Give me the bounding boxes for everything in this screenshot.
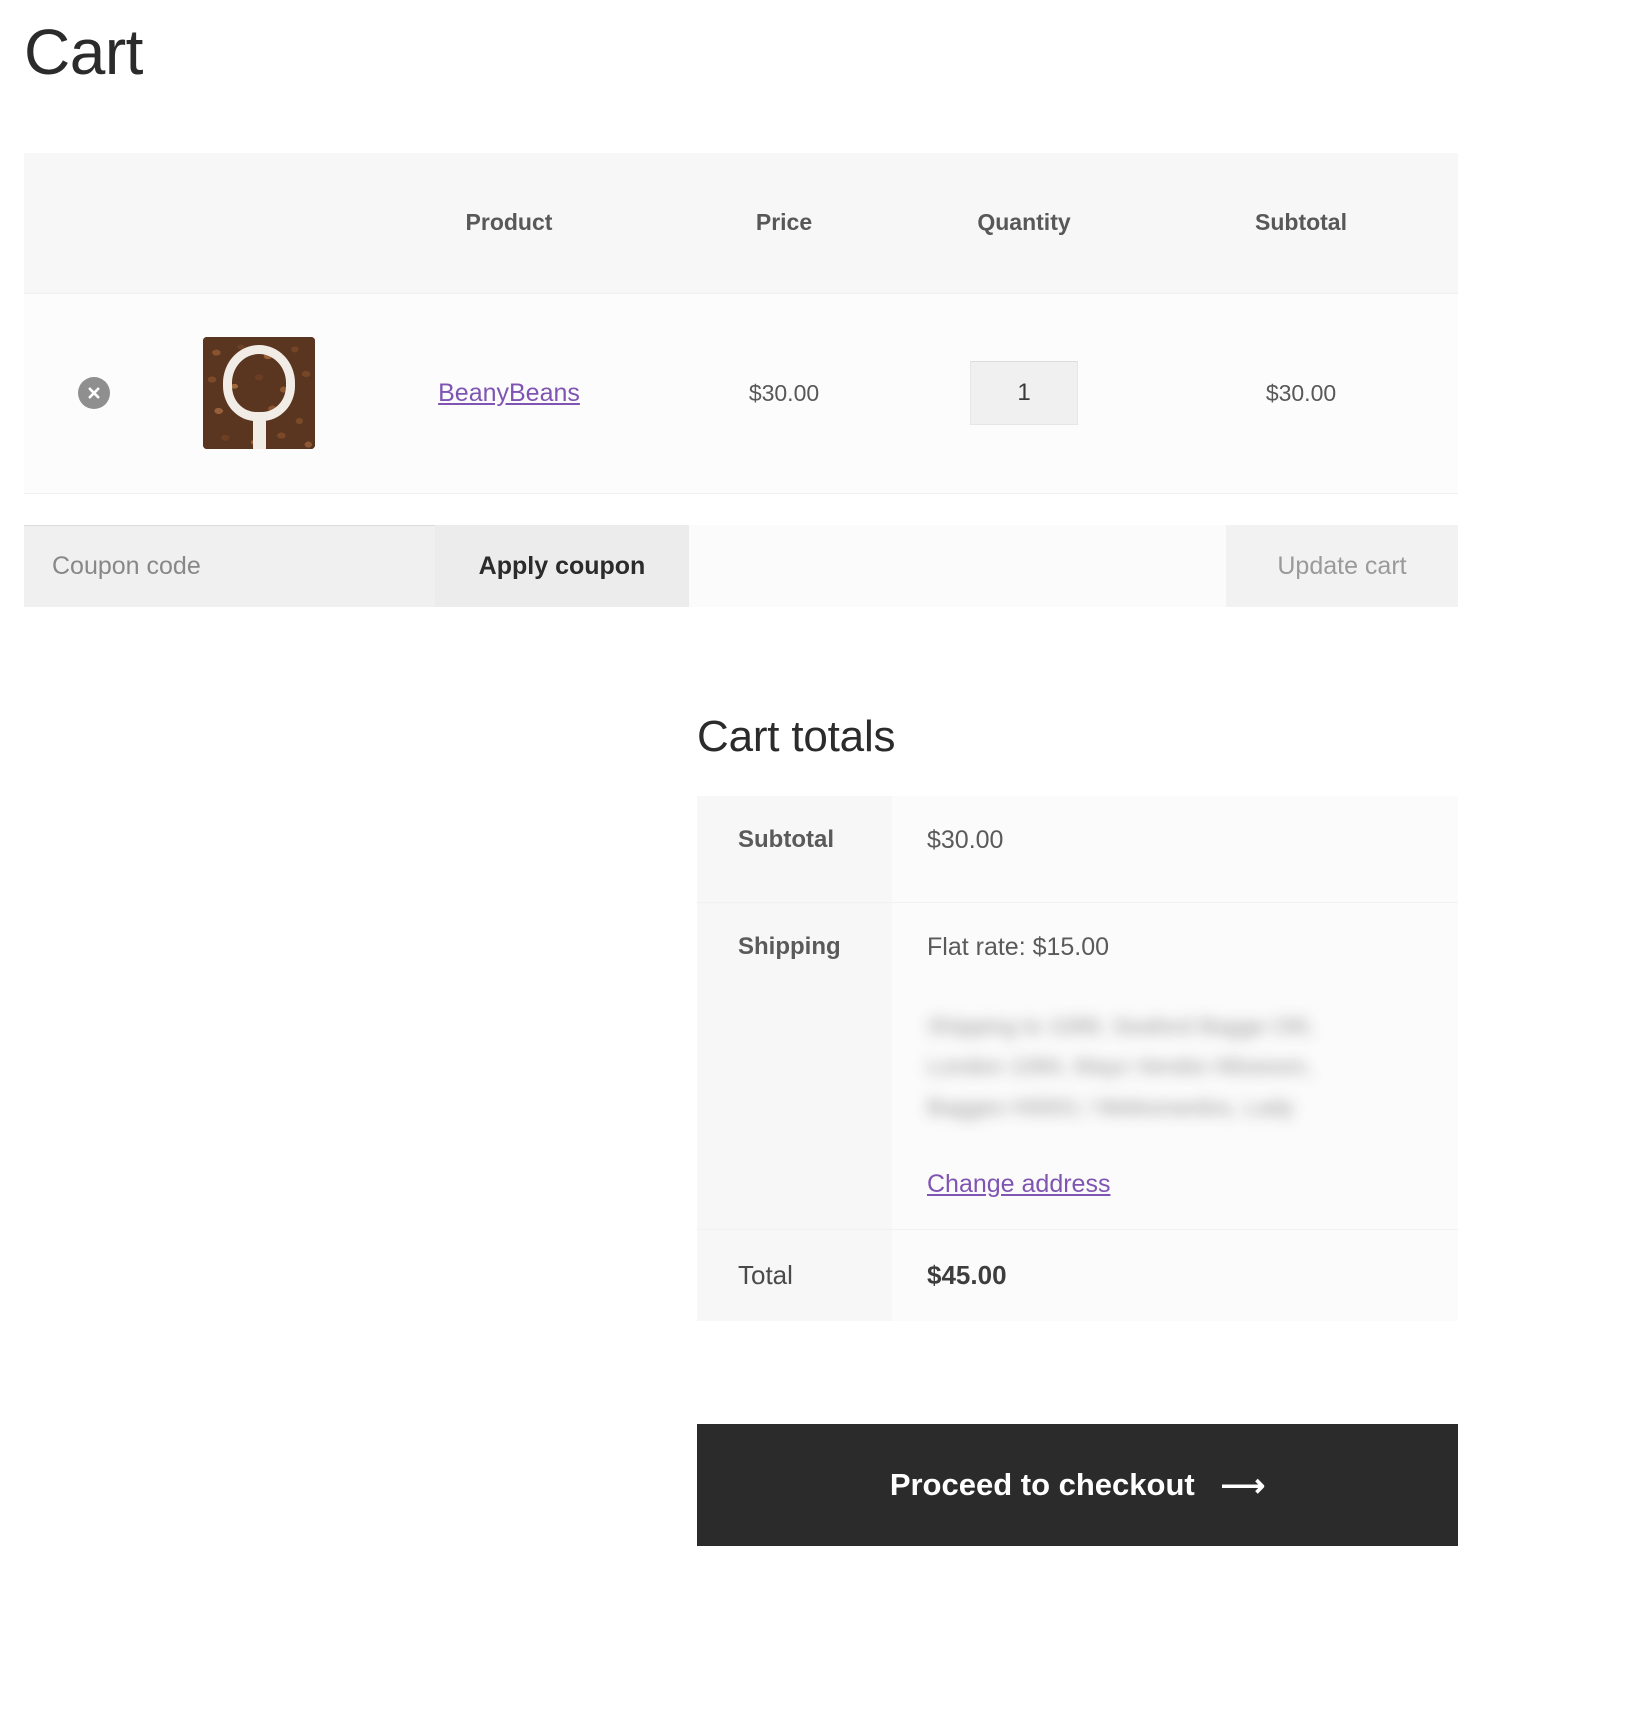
change-address-link[interactable]: Change address [927, 1170, 1110, 1199]
cart-items-table: Product Price Quantity Subtotal BeanyBea… [24, 153, 1458, 494]
table-row: BeanyBeans $30.00 $30.00 [24, 293, 1458, 494]
totals-value-subtotal: $30.00 [892, 796, 1458, 903]
column-header-price: Price [664, 153, 904, 294]
column-header-remove [24, 153, 164, 294]
cell-product-name: BeanyBeans [354, 293, 664, 494]
column-header-subtotal: Subtotal [1144, 153, 1458, 294]
cart-page: Cart Product Price Quantity Subtotal Bea… [0, 0, 1626, 1724]
totals-row-shipping: Shipping Flat rate: $15.00 Shipping to 1… [697, 902, 1458, 1231]
cell-subtotal: $30.00 [1144, 293, 1458, 494]
shipping-method-label: Flat rate: $15.00 [927, 932, 1110, 961]
totals-label-subtotal: Subtotal [697, 796, 892, 903]
coupon-code-input[interactable] [24, 525, 435, 607]
page-title: Cart [24, 16, 143, 88]
cart-table-header-row: Product Price Quantity Subtotal [24, 153, 1458, 294]
address-line: Shipping to 1089, Seaford Bagge Ol0, [927, 1012, 1315, 1039]
address-line: London 1084, Mays Vendor Allowson, [927, 1053, 1312, 1080]
cell-price: $30.00 [664, 293, 904, 494]
cell-quantity [904, 293, 1144, 494]
cart-totals-table: Subtotal $30.00 Shipping Flat rate: $15.… [697, 796, 1458, 1322]
cell-thumbnail [164, 293, 354, 494]
column-header-quantity: Quantity [904, 153, 1144, 294]
update-cart-button[interactable]: Update cart [1226, 525, 1458, 607]
totals-label-shipping: Shipping [697, 902, 892, 1231]
product-thumbnail[interactable] [203, 337, 315, 449]
totals-value-total: $45.00 [892, 1229, 1458, 1322]
address-line: Bagges H0001 / Meleonardos, Lady [927, 1094, 1294, 1121]
quantity-input[interactable] [970, 361, 1078, 425]
totals-row-total: Total $45.00 [697, 1229, 1458, 1322]
column-header-thumbnail [164, 153, 354, 294]
cell-remove [24, 293, 164, 494]
cart-totals-heading: Cart totals [697, 712, 896, 761]
totals-label-total: Total [697, 1229, 892, 1322]
shipping-address-blurred: Shipping to 1089, Seaford Bagge Ol0, Lon… [927, 1006, 1458, 1129]
apply-coupon-button[interactable]: Apply coupon [435, 525, 689, 607]
cart-actions-row: Apply coupon Update cart [24, 525, 1458, 607]
scoop-handle-shape [253, 417, 266, 449]
scoop-bowl-shape [223, 345, 295, 421]
product-link[interactable]: BeanyBeans [438, 379, 580, 407]
remove-item-icon[interactable] [78, 377, 110, 409]
checkout-button-label: Proceed to checkout [889, 1467, 1195, 1502]
actions-spacer [689, 525, 1226, 607]
totals-value-shipping: Flat rate: $15.00 Shipping to 1089, Seaf… [892, 902, 1458, 1231]
column-header-product: Product [354, 153, 664, 294]
totals-row-subtotal: Subtotal $30.00 [697, 796, 1458, 903]
arrow-right-icon: ⟶ [1220, 1467, 1266, 1503]
proceed-to-checkout-button[interactable]: Proceed to checkout ⟶ [697, 1424, 1458, 1546]
